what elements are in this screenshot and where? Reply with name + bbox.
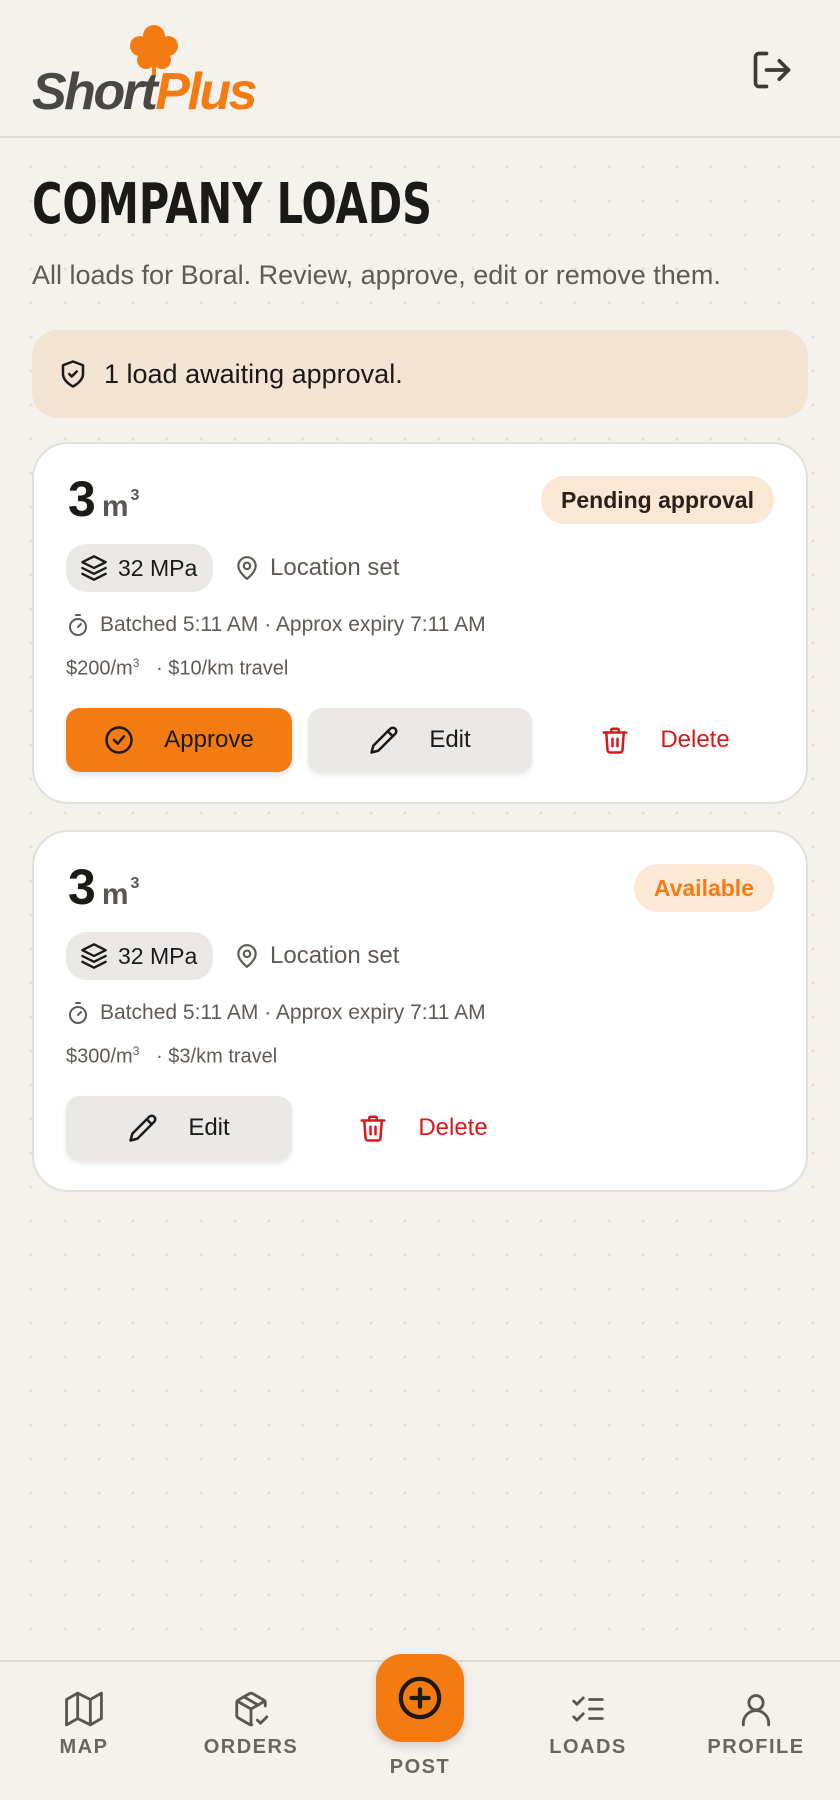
layers-icon <box>81 555 107 581</box>
approve-label: Approve <box>164 726 254 753</box>
load-quantity: 3m3 <box>68 471 140 527</box>
plus-circle-icon <box>398 1676 442 1720</box>
edit-button[interactable]: Edit <box>66 1096 292 1160</box>
strength-chip: 32 MPa <box>66 932 214 980</box>
map-pin-icon <box>237 556 257 580</box>
app-header: ShortPlus <box>0 0 840 138</box>
page-title: COMPANY LOADS <box>32 172 432 237</box>
layers-icon <box>81 943 107 969</box>
price-info: $200/m3 · $10/km travel <box>66 656 289 680</box>
nav-label-orders: ORDERS <box>203 1736 299 1758</box>
timer-icon <box>69 1002 87 1024</box>
nav-label-post: POST <box>389 1756 451 1778</box>
nav-item-loads[interactable]: LOADS <box>513 1690 663 1759</box>
page-subtitle: All loads for Boral. Review, approve, ed… <box>32 260 721 290</box>
delete-button[interactable]: Delete <box>310 1096 536 1160</box>
map-icon <box>65 1691 103 1727</box>
strength-value: 32 MPa <box>118 554 198 581</box>
pencil-icon <box>370 726 398 754</box>
batch-text: Batched 5:11 AM · Approx expiry 7:11 AM <box>100 1001 486 1024</box>
nav-label-map: MAP <box>59 1736 109 1758</box>
status-badge: Available <box>633 864 774 912</box>
trash-icon <box>602 727 628 754</box>
price-info: $300/m3 · $3/km travel <box>66 1044 278 1068</box>
map-pin-icon <box>237 944 257 968</box>
load-card: 3m3 Pending approval 32 MPa Location set… <box>32 442 808 804</box>
edit-button[interactable]: Edit <box>308 708 532 772</box>
pencil-icon <box>129 1114 157 1142</box>
status-badge: Pending approval <box>541 476 774 524</box>
trash-icon <box>360 1115 386 1142</box>
location-text: Location set <box>270 942 400 969</box>
package-check-icon <box>235 1691 269 1727</box>
brand-wordmark: ShortPlus <box>32 63 258 121</box>
nav-item-map[interactable]: MAP <box>9 1690 159 1759</box>
nav-label-loads: LOADS <box>549 1736 627 1758</box>
shield-check-icon <box>61 360 85 388</box>
delete-button[interactable]: Delete <box>552 708 778 772</box>
list-checks-icon <box>572 1696 604 1722</box>
strength-chip: 32 MPa <box>66 544 214 592</box>
location-info: Location set <box>234 942 399 970</box>
nav-item-profile[interactable]: PROFILE <box>681 1690 831 1759</box>
nav-label-profile: PROFILE <box>707 1736 805 1758</box>
load-quantity: 3m3 <box>68 859 140 915</box>
delete-label: Delete <box>660 726 730 753</box>
post-button[interactable] <box>376 1654 464 1742</box>
batch-text: Batched 5:11 AM · Approx expiry 7:11 AM <box>100 613 486 636</box>
notice-text: 1 load awaiting approval. <box>104 359 403 389</box>
edit-label: Edit <box>188 1114 230 1141</box>
strength-value: 32 MPa <box>118 942 198 969</box>
check-circle-icon <box>105 726 134 754</box>
location-info: Location set <box>234 554 399 582</box>
approve-button[interactable]: Approve <box>66 708 292 772</box>
delete-label: Delete <box>418 1114 488 1141</box>
batch-info: Batched 5:11 AM · Approx expiry 7:11 AM <box>66 1000 486 1026</box>
batch-info: Batched 5:11 AM · Approx expiry 7:11 AM <box>66 612 486 638</box>
brand-logo[interactable]: ShortPlus <box>32 22 262 121</box>
location-text: Location set <box>270 554 400 581</box>
edit-label: Edit <box>429 726 471 753</box>
logout-button[interactable] <box>750 48 794 92</box>
approval-notice: 1 load awaiting approval. <box>32 330 808 418</box>
logout-icon <box>753 51 791 89</box>
user-icon <box>741 1694 771 1727</box>
load-card: 3m3 Available 32 MPa Location set Batche… <box>32 830 808 1192</box>
timer-icon <box>69 614 87 636</box>
nav-item-orders[interactable]: ORDERS <box>176 1690 326 1759</box>
